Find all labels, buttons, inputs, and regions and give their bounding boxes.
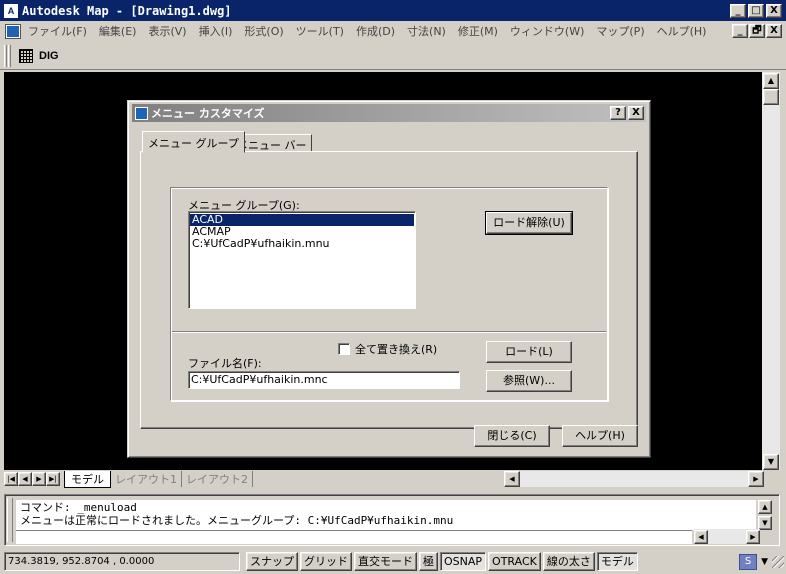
menu-file[interactable]: ファイル(F)	[22, 23, 93, 39]
menu-help[interactable]: ヘルプ(H)	[651, 23, 713, 39]
snap-toggle[interactable]: スナップ	[246, 552, 298, 571]
tab-model[interactable]: モデル	[64, 470, 111, 488]
help-dialog-button[interactable]: ヘルプ(H)	[562, 425, 638, 447]
autodesk-map-icon[interactable]: A	[4, 3, 18, 18]
dialog-title-bar: メニュー カスタマイズ ? X	[132, 104, 646, 122]
close-button[interactable]: X	[766, 3, 782, 18]
replace-all-checkbox-row[interactable]: 全て置き換え(R)	[338, 341, 437, 357]
browse-button[interactable]: 参照(W)...	[486, 370, 572, 392]
file-name-label: ファイル名(F):	[188, 357, 262, 370]
menu-tools[interactable]: ツール(T)	[290, 23, 350, 39]
doc-close-button[interactable]: X	[766, 24, 782, 38]
vertical-scrollbar[interactable]: ▲ ▼	[762, 72, 780, 470]
command-line: メニューは正常にロードされました。メニューグループ: C:¥UfCadP¥ufh…	[20, 514, 454, 527]
model-toggle[interactable]: モデル	[596, 552, 638, 571]
layout-tab-bar: |◀ ◀ ▶ ▶| モデル レイアウト1 レイアウト2 ◀ ▶	[4, 470, 780, 488]
dialog-icon	[135, 106, 148, 120]
window-title: Autodesk Map - [Drawing1.dwg]	[22, 3, 232, 18]
polar-toggle[interactable]: 極	[419, 552, 438, 571]
next-tab-icon[interactable]: ▶	[32, 472, 46, 486]
app-title-bar: A Autodesk Map - [Drawing1.dwg] _ □ X	[0, 0, 786, 21]
load-button[interactable]: ロード(L)	[486, 341, 572, 363]
menu-modify[interactable]: 修正(M)	[452, 23, 504, 39]
dialog-help-button[interactable]: ?	[610, 106, 626, 120]
resize-grip-icon[interactable]	[772, 555, 784, 568]
menu-edit[interactable]: 編集(E)	[93, 23, 143, 39]
grid-toggle[interactable]: グリッド	[300, 552, 352, 571]
tab-layout1[interactable]: レイアウト1	[111, 471, 182, 487]
menu-window[interactable]: ウィンドウ(W)	[504, 23, 590, 39]
menu-format[interactable]: 形式(O)	[238, 23, 289, 39]
maximize-button[interactable]: □	[748, 3, 764, 18]
tab-menu-group[interactable]: メニュー グループ	[142, 131, 245, 153]
replace-all-checkbox[interactable]	[338, 343, 350, 355]
command-history: コマンド: _menuload メニューは正常にロードされました。メニューグルー…	[16, 500, 756, 530]
dialog-close-button[interactable]: X	[628, 106, 644, 120]
file-name-field[interactable]: C:¥UfCadP¥ufhaikin.mnc	[188, 371, 460, 389]
toolbar-grip[interactable]	[8, 44, 11, 67]
scroll-up-arrow-icon[interactable]: ▲	[763, 73, 779, 89]
command-line: コマンド: _menuload	[20, 501, 137, 514]
status-bar: 734.3819, 952.8704 , 0.0000 スナップ グリッド 直交…	[0, 549, 786, 574]
minimize-button[interactable]: _	[730, 3, 746, 18]
tray-icon[interactable]: S	[739, 553, 758, 570]
first-tab-icon[interactable]: |◀	[4, 472, 18, 486]
grid-icon[interactable]	[19, 48, 33, 63]
coordinate-readout[interactable]: 734.3819, 952.8704 , 0.0000	[4, 552, 240, 571]
scroll-down-arrow-icon[interactable]: ▼	[763, 454, 779, 470]
replace-all-label: 全て置き換え(R)	[355, 343, 438, 356]
lineweight-toggle[interactable]: 線の太さ	[542, 552, 595, 571]
tab-layout2[interactable]: レイアウト2	[182, 471, 253, 487]
scroll-left-arrow-icon[interactable]: ◀	[504, 471, 520, 487]
menu-map[interactable]: マップ(P)	[590, 23, 650, 39]
scroll-right-arrow-icon[interactable]: ▶	[748, 471, 764, 487]
menu-draw[interactable]: 作成(D)	[350, 23, 401, 39]
doc-restore-button[interactable]: 🗗	[749, 24, 765, 38]
scroll-up-arrow-icon[interactable]: ▲	[758, 500, 772, 514]
scroll-down-arrow-icon[interactable]: ▼	[758, 516, 772, 530]
menu-dimension[interactable]: 寸法(N)	[401, 23, 452, 39]
toolbar: DIG	[0, 42, 786, 70]
dialog-title: メニュー カスタマイズ	[151, 107, 265, 120]
scroll-left-arrow-icon[interactable]: ◀	[694, 529, 708, 544]
group-divider	[172, 331, 606, 333]
scroll-thumb[interactable]	[763, 89, 779, 105]
tray-menu-arrow-icon[interactable]: ▼	[761, 557, 768, 567]
ortho-toggle[interactable]: 直交モード	[354, 552, 417, 571]
dig-button[interactable]: DIG	[39, 50, 59, 62]
osnap-toggle[interactable]: OSNAP	[440, 552, 487, 571]
customize-menu-dialog: メニュー カスタマイズ ? X メニュー グループ メニュー バー メニュー グ…	[127, 100, 651, 458]
menu-insert[interactable]: 挿入(I)	[193, 23, 239, 39]
scroll-right-arrow-icon[interactable]: ▶	[746, 529, 760, 544]
command-grip[interactable]	[7, 498, 13, 542]
toolbar-grip[interactable]	[4, 44, 7, 67]
prev-tab-icon[interactable]: ◀	[18, 472, 32, 486]
command-hscroll[interactable]: ◀ ▶	[694, 529, 760, 544]
list-item[interactable]: C:¥UfCadP¥ufhaikin.mnu	[190, 238, 414, 250]
doc-minimize-button[interactable]: _	[732, 24, 748, 38]
horizontal-scrollbar[interactable]: ◀ ▶	[504, 471, 764, 487]
menu-group-list[interactable]: ACAD ACMAP C:¥UfCadP¥ufhaikin.mnu	[188, 211, 416, 309]
command-scroll[interactable]: ▲ ▼	[758, 500, 774, 530]
menu-view[interactable]: 表示(V)	[142, 23, 192, 39]
command-input[interactable]	[16, 530, 692, 544]
menu-bar: ファイル(F) 編集(E) 表示(V) 挿入(I) 形式(O) ツール(T) 作…	[0, 21, 786, 41]
close-dialog-button[interactable]: 閉じる(C)	[474, 425, 550, 447]
otrack-toggle[interactable]: OTRACK	[488, 552, 541, 571]
document-icon[interactable]	[6, 24, 20, 38]
last-tab-icon[interactable]: ▶|	[46, 472, 60, 486]
unload-button[interactable]: ロード解除(U)	[485, 211, 573, 235]
